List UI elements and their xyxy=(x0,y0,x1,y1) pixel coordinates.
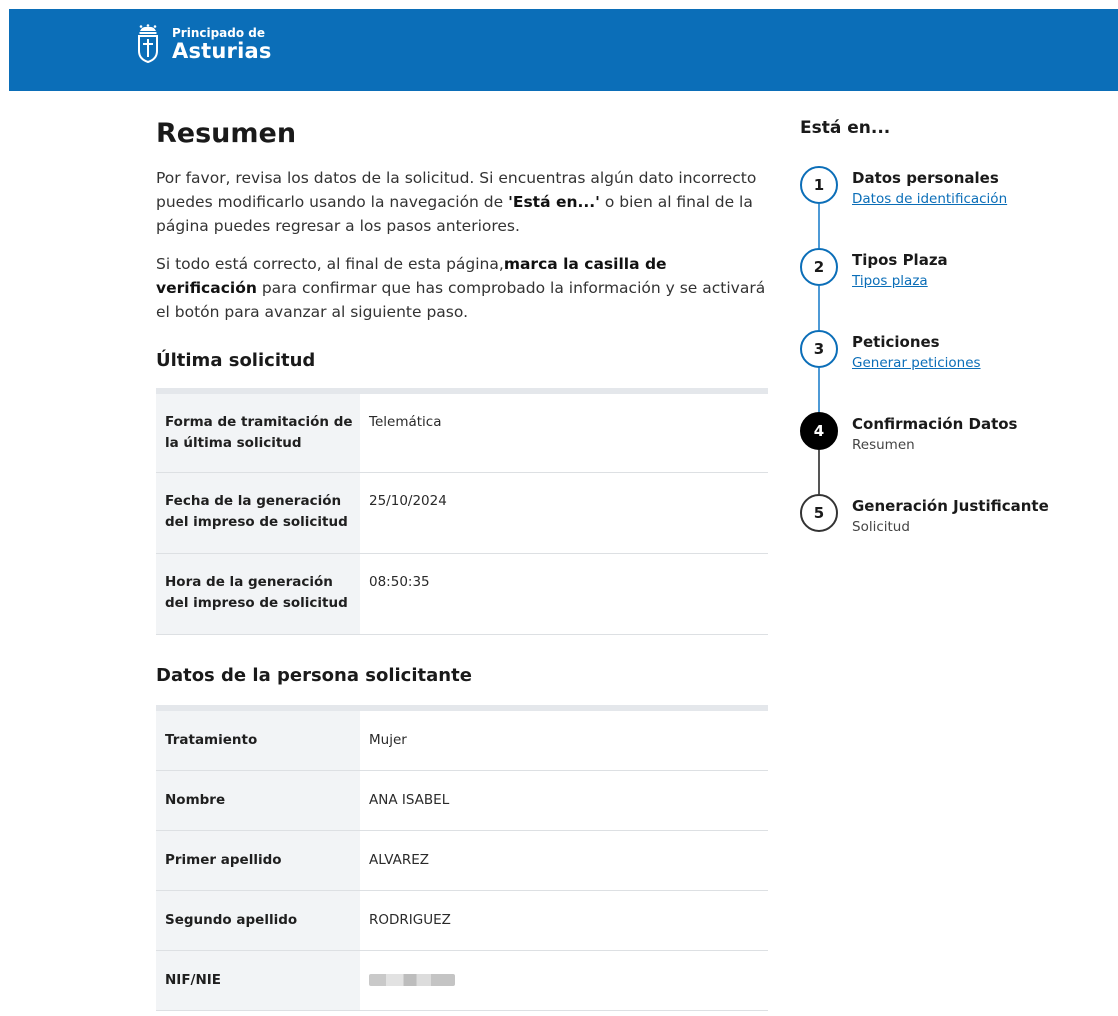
row-value: Telemática xyxy=(360,391,768,473)
table-row: Nombre ANA ISABEL xyxy=(156,770,768,831)
row-value: ANA ISABEL xyxy=(360,770,768,831)
section-title-applicant: Datos de la persona solicitante xyxy=(156,664,472,686)
applicant-table: Tratamiento Mujer Nombre ANA ISABEL Prim… xyxy=(156,704,768,1011)
step-number: 2 xyxy=(800,248,838,286)
step-connector xyxy=(818,286,820,330)
main-content: Resumen Por favor, revisa los datos de l… xyxy=(156,118,768,1011)
step-connector xyxy=(818,450,820,494)
step-5: 5 Generación Justificante Solicitud xyxy=(800,494,1110,576)
step-4: 4 Confirmación Datos Resumen xyxy=(800,412,1110,494)
last-request-table: Forma de tramitación de la última solici… xyxy=(156,388,768,635)
row-label: Nombre xyxy=(156,770,360,831)
section-title-last-request: Última solicitud xyxy=(156,350,316,371)
row-label: Forma de tramitación de la última solici… xyxy=(156,391,360,473)
step-title: Generación Justificante xyxy=(852,497,1049,515)
table-row: NIF/NIE xyxy=(156,950,768,1011)
sidebar-title: Está en... xyxy=(800,118,891,138)
row-label: Hora de la generación del impreso de sol… xyxy=(156,553,360,635)
step-number: 5 xyxy=(800,494,838,532)
row-value: RODRIGUEZ xyxy=(360,890,768,951)
step-1: 1 Datos personales Datos de identificaci… xyxy=(800,166,1110,248)
intro-paragraph-1: Por favor, revisa los datos de la solici… xyxy=(156,169,757,235)
step-title: Peticiones xyxy=(852,333,940,351)
step-link-tipos-plaza[interactable]: Tipos plaza xyxy=(852,273,928,289)
logo-line-2: Asturias xyxy=(172,38,272,63)
table-row: Segundo apellido RODRIGUEZ xyxy=(156,890,768,951)
table-row: Forma de tramitación de la última solici… xyxy=(156,391,768,473)
step-3: 3 Peticiones Generar peticiones xyxy=(800,330,1110,412)
step-title: Tipos Plaza xyxy=(852,251,948,269)
table-row: Fecha de la generación del impreso de so… xyxy=(156,472,768,554)
step-title: Datos personales xyxy=(852,169,999,187)
row-label: Tratamiento xyxy=(156,707,360,771)
step-connector xyxy=(818,368,820,412)
step-title: Confirmación Datos xyxy=(852,415,1018,433)
progress-sidebar: Está en... 1 Datos personales Datos de i… xyxy=(800,118,1110,576)
step-connector xyxy=(818,204,820,248)
row-label: Primer apellido xyxy=(156,830,360,891)
step-2: 2 Tipos Plaza Tipos plaza xyxy=(800,248,1110,330)
step-number: 3 xyxy=(800,330,838,368)
asturias-logo[interactable]: Principado de Asturias xyxy=(136,24,272,64)
row-value: ALVAREZ xyxy=(360,830,768,891)
logo-line-1: Principado de xyxy=(172,25,266,40)
step-link-datos-identificacion[interactable]: Datos de identificación xyxy=(852,191,1007,207)
step-number: 1 xyxy=(800,166,838,204)
table-row: Hora de la generación del impreso de sol… xyxy=(156,553,768,635)
page-title: Resumen xyxy=(156,118,297,149)
coat-of-arms-icon xyxy=(138,24,158,64)
row-value: Mujer xyxy=(360,707,768,771)
table-row: Primer apellido ALVAREZ xyxy=(156,830,768,891)
table-row: Tratamiento Mujer xyxy=(156,707,768,771)
step-subtitle: Resumen xyxy=(852,437,915,453)
intro-paragraph-2: Si todo está correcto, al final de esta … xyxy=(156,255,766,321)
step-subtitle: Solicitud xyxy=(852,519,910,535)
step-link-generar-peticiones[interactable]: Generar peticiones xyxy=(852,355,981,371)
row-value: 08:50:35 xyxy=(360,553,768,635)
step-number: 4 xyxy=(800,412,838,450)
row-value: 25/10/2024 xyxy=(360,472,768,554)
row-label: Segundo apellido xyxy=(156,890,360,951)
row-value xyxy=(360,950,768,1011)
row-label: NIF/NIE xyxy=(156,950,360,1011)
redacted-value xyxy=(369,973,455,986)
row-label: Fecha de la generación del impreso de so… xyxy=(156,472,360,554)
step-list: 1 Datos personales Datos de identificaci… xyxy=(800,166,1110,576)
site-header: Principado de Asturias xyxy=(9,9,1118,91)
